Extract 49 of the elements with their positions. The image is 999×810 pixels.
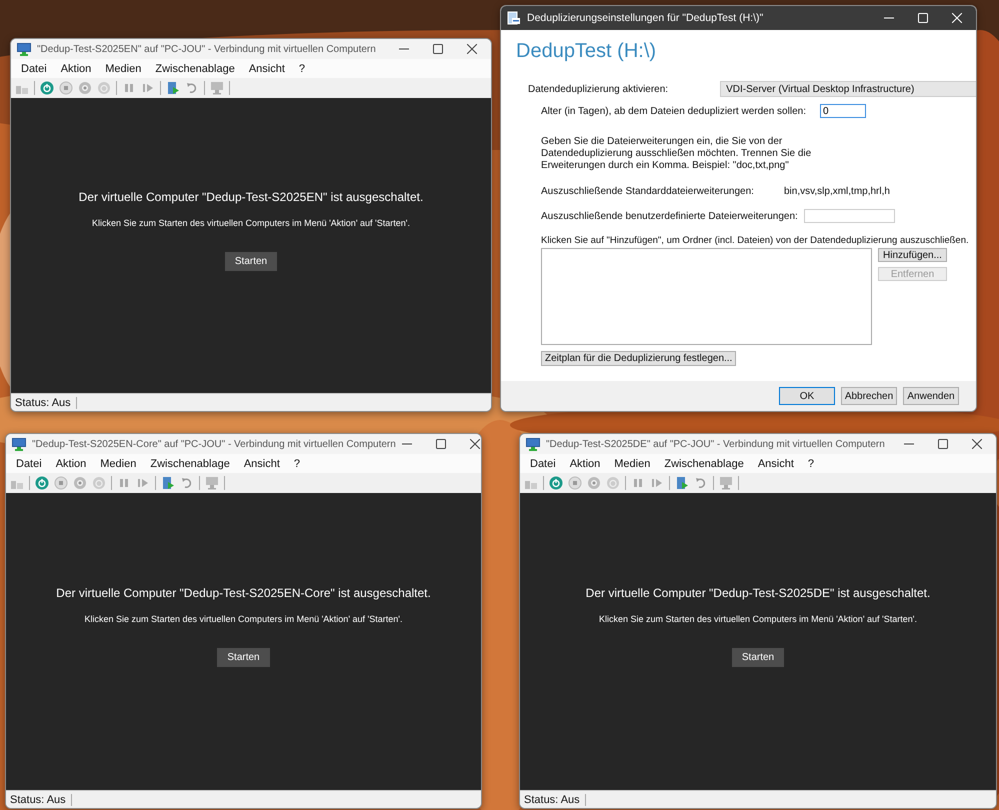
dialog-button[interactable]: Abbrechen: [841, 387, 897, 405]
mode-dropdown[interactable]: VDI-Server (Virtual Desktop Infrastructure): [720, 81, 976, 97]
status-text: Status: Aus: [524, 794, 586, 806]
menu-item[interactable]: Ansicht: [248, 62, 285, 74]
folders-hint: Klicken Sie auf "Hinzufügen", um Ordner (incl. Dateien) von der Datendeduplizierung auszuschließen.: [541, 235, 970, 246]
hint-text: Klicken Sie zum Starten des virtuellen Computers im Menü 'Aktion' auf 'Starten'.: [92, 218, 410, 228]
field-label: Datendeduplizierung aktivieren:: [528, 84, 668, 94]
instructions-text: Geben Sie die Dateierweiterungen ein, die Sie von der Datendeduplizierung ausschließen möchten. Trennen Sie die Erweiterungen durch ein Komma. Beispiel: "doc,txt,png": [541, 136, 812, 172]
schedule-button[interactable]: Zeitplan für die Deduplizierung festlegen...: [541, 351, 736, 366]
dialog-button[interactable]: OK: [779, 387, 835, 405]
hint-text: Klicken Sie zum Starten des virtuellen Computers im Menü 'Aktion' auf 'Starten'.: [84, 614, 402, 624]
menu-item[interactable]: Ansicht: [244, 458, 280, 470]
menu-item[interactable]: Medien: [100, 458, 136, 470]
window-title: "Dedup-Test-S2025EN-Core" auf "PC-JOU" - Verbindung mit virtuellen Computern: [32, 438, 396, 450]
start-button[interactable]: Starten: [732, 648, 784, 667]
add-button[interactable]: Hinzufügen...: [878, 248, 947, 262]
menu-item[interactable]: Aktion: [60, 62, 92, 74]
menu-item[interactable]: ?: [298, 62, 306, 74]
menu-item[interactable]: Ansicht: [758, 458, 794, 470]
field-label: Alter (in Tagen), ab dem Dateien dedupliziert werden sollen:: [541, 106, 806, 116]
start-button[interactable]: Starten: [224, 252, 278, 271]
window-title: Deduplizierungseinstellungen für "DedupTest (H:\)": [527, 12, 764, 24]
menu-item[interactable]: Aktion: [570, 458, 600, 470]
status-message: Der virtuelle Computer "Dedup-Test-S2025EN" ist ausgeschaltet.: [78, 190, 424, 204]
volume-heading: DedupTest (H:\): [516, 40, 658, 63]
hint-text: Klicken Sie zum Starten des virtuellen Computers im Menü 'Aktion' auf 'Starten'.: [598, 614, 917, 624]
menu-item[interactable]: Zwischenablage: [155, 62, 235, 74]
status-text: Status: Aus: [10, 794, 72, 806]
window-title: "Dedup-Test-S2025DE" auf "PC-JOU" - Verbindung mit virtuellen Computern: [546, 438, 886, 450]
menu-item[interactable]: Aktion: [56, 458, 86, 470]
status-message: Der virtuelle Computer "Dedup-Test-S2025EN-Core" ist ausgeschaltet.: [56, 586, 431, 600]
menu-item[interactable]: Datei: [16, 458, 42, 470]
extensions-value: bin,vsv,slp,xml,tmp,hrl,h: [784, 186, 890, 197]
start-button[interactable]: Starten: [217, 648, 270, 667]
menu-item[interactable]: Datei: [530, 458, 556, 470]
field-label: Auszuschließende benutzerdefinierte Dateierweiterungen:: [541, 210, 799, 222]
menu-item[interactable]: Medien: [105, 62, 142, 74]
field-label: Auszuschließende Standarddateierweiterungen:: [541, 186, 755, 197]
dialog-button[interactable]: Anwenden: [903, 387, 959, 405]
menu-item[interactable]: Zwischenablage: [664, 458, 744, 470]
window-title: "Dedup-Test-S2025EN" auf "PC-JOU" - Verbindung mit virtuellen Computern: [37, 44, 377, 54]
menu-item[interactable]: Datei: [21, 62, 47, 74]
status-message: Der virtuelle Computer "Dedup-Test-S2025DE" ist ausgeschaltet.: [586, 586, 930, 600]
menu-item[interactable]: ?: [808, 458, 814, 470]
status-text: Status: Aus: [15, 396, 77, 408]
menu-item[interactable]: Zwischenablage: [150, 458, 230, 470]
age-field[interactable]: 0: [820, 104, 866, 118]
menu-item[interactable]: ?: [294, 458, 300, 470]
menu-item[interactable]: Medien: [614, 458, 650, 470]
